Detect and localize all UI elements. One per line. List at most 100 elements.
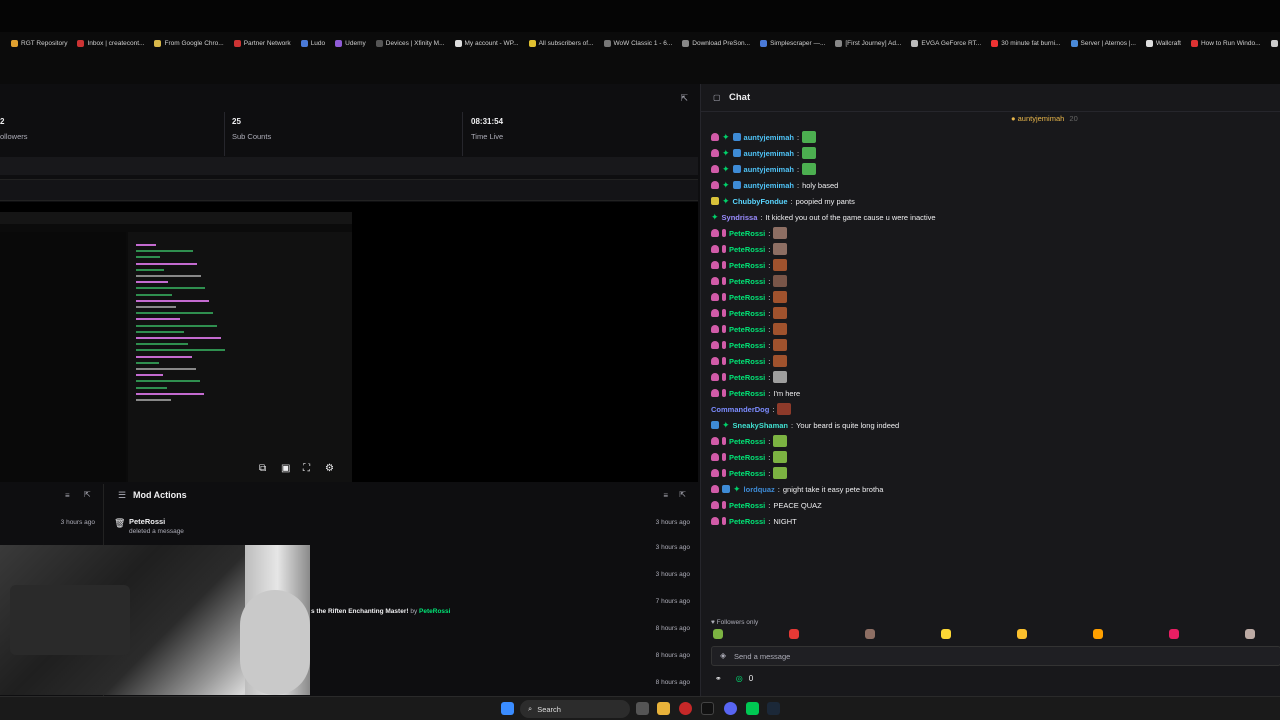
bookmark-item[interactable]: Devices | Xfinity M...: [371, 39, 450, 47]
bookmark-item[interactable]: My account - WP...: [450, 39, 524, 47]
chat-username[interactable]: PeteRossi: [729, 309, 765, 318]
chat-username[interactable]: auntyjemimah: [744, 181, 794, 190]
emote-icon[interactable]: [713, 629, 723, 639]
blue-badge-icon[interactable]: [722, 485, 730, 493]
bookmark-item[interactable]: Server | Aternos |...: [1066, 39, 1141, 47]
pink-badge-icon[interactable]: [711, 293, 719, 301]
emote-icon[interactable]: [773, 371, 788, 383]
opera-icon[interactable]: [679, 702, 692, 715]
chat-message[interactable]: PeteRossi:: [711, 226, 788, 240]
chat-message[interactable]: ✦ Syndrissa: It kicked you out of the game…: [711, 210, 936, 224]
chat-username[interactable]: lordquaz: [744, 485, 775, 494]
emote-icon[interactable]: [1017, 629, 1027, 639]
bookmark-item[interactable]: RGT Repository: [6, 39, 72, 47]
windows-start-icon[interactable]: [501, 702, 514, 715]
chat-message[interactable]: ✦ auntyjemimah:: [711, 146, 817, 160]
chat-username[interactable]: auntyjemimah: [744, 165, 794, 174]
chat-message[interactable]: PeteRossi: I'm here: [711, 386, 800, 400]
clip-icon[interactable]: ▣: [281, 463, 290, 474]
chat-input[interactable]: [734, 650, 1254, 663]
chat-message[interactable]: ✦ auntyjemimah:: [711, 162, 817, 176]
emote-icon[interactable]: [1169, 629, 1179, 639]
bookmark-item[interactable]: How to Run Windo...: [1186, 39, 1266, 47]
bookmark-item[interactable]: 30 minute fat burni...: [986, 39, 1065, 47]
bookmark-item[interactable]: Sega: [1266, 39, 1280, 47]
green-star-badge-icon[interactable]: ✦: [711, 213, 719, 222]
emote-icon[interactable]: [773, 275, 788, 287]
mic-badge-icon[interactable]: [722, 437, 726, 445]
chat-username[interactable]: PeteRossi: [729, 293, 765, 302]
mic-badge-icon[interactable]: [722, 261, 726, 269]
chat-message[interactable]: PeteRossi:: [711, 450, 788, 464]
chat-message[interactable]: CommanderDog:: [711, 402, 792, 416]
steam-icon[interactable]: [767, 702, 780, 715]
chat-username[interactable]: auntyjemimah: [744, 149, 794, 158]
mod-user[interactable]: PeteRossi: [129, 517, 165, 526]
green-star-badge-icon[interactable]: ✦: [733, 485, 741, 494]
pink-badge-icon[interactable]: [711, 277, 719, 285]
taskbar-search[interactable]: ⌕ Search: [520, 700, 630, 718]
chat-username[interactable]: PeteRossi: [729, 389, 765, 398]
emote-icon[interactable]: [777, 403, 792, 415]
chat-username[interactable]: PeteRossi: [729, 517, 765, 526]
pink-badge-icon[interactable]: [711, 181, 719, 189]
yellow-badge-icon[interactable]: [711, 197, 719, 205]
emote-icon[interactable]: [789, 629, 799, 639]
bookmark-item[interactable]: [First Journey] Ad...: [830, 39, 906, 47]
miniplayer-icon[interactable]: ⧉: [259, 463, 266, 474]
pink-badge-icon[interactable]: [711, 485, 719, 493]
emote-icon[interactable]: [773, 291, 788, 303]
fullscreen-icon[interactable]: ⛶: [303, 463, 310, 474]
chat-username[interactable]: PeteRossi: [729, 373, 765, 382]
emote-icon[interactable]: [773, 451, 788, 463]
emote-icon[interactable]: [773, 467, 788, 479]
obs-icon[interactable]: [746, 702, 759, 715]
pink-badge-icon[interactable]: [711, 517, 719, 525]
filter-icon[interactable]: ≡: [65, 491, 70, 500]
bookmark-item[interactable]: Udemy: [330, 39, 371, 47]
green-star-badge-icon[interactable]: ✦: [722, 197, 730, 206]
filter-icon[interactable]: ≡: [663, 491, 668, 500]
chat-message[interactable]: PeteRossi:: [711, 306, 788, 320]
chat-username[interactable]: PeteRossi: [729, 437, 765, 446]
mic-badge-icon[interactable]: [722, 517, 726, 525]
task-view-icon[interactable]: [636, 702, 649, 715]
emote-icon[interactable]: [773, 243, 788, 255]
popout-icon[interactable]: ⇱: [84, 490, 91, 499]
bookmark-item[interactable]: All subscribers of...: [524, 39, 599, 47]
green-star-badge-icon[interactable]: ✦: [722, 133, 730, 142]
chat-message[interactable]: ✦ auntyjemimah:: [711, 130, 817, 144]
chat-message[interactable]: PeteRossi:: [711, 354, 788, 368]
pink-badge-icon[interactable]: [711, 325, 719, 333]
chat-username[interactable]: PeteRossi: [729, 229, 765, 238]
pink-badge-icon[interactable]: [711, 149, 719, 157]
bookmark-item[interactable]: Ludo: [296, 39, 330, 47]
pink-badge-icon[interactable]: [711, 133, 719, 141]
bits-icon[interactable]: ⚭: [715, 674, 722, 683]
emote-icon[interactable]: [865, 629, 875, 639]
stream-preview[interactable]: [0, 212, 352, 482]
mic-badge-icon[interactable]: [722, 293, 726, 301]
green-star-badge-icon[interactable]: ✦: [722, 165, 730, 174]
chat-username[interactable]: PeteRossi: [729, 453, 765, 462]
chat-message[interactable]: PeteRossi:: [711, 338, 788, 352]
emote-icon[interactable]: [773, 355, 788, 367]
chat-message[interactable]: PeteRossi:: [711, 274, 788, 288]
pink-badge-icon[interactable]: [711, 373, 719, 381]
bookmark-item[interactable]: Inbox | createcont...: [72, 39, 149, 47]
emote-icon[interactable]: [773, 307, 788, 319]
bookmark-item[interactable]: Wallcraft: [1141, 39, 1186, 47]
bookmark-item[interactable]: Simplescraper —...: [755, 39, 830, 47]
emote-icon[interactable]: [773, 435, 788, 447]
chat-message[interactable]: ✦ ChubbyFondue: poopied my pants: [711, 194, 855, 208]
blue-badge-icon[interactable]: [732, 181, 741, 189]
emote-icon[interactable]: [773, 339, 788, 351]
chat-message[interactable]: ✦ SneakyShaman: Your beard is quite long i…: [711, 418, 899, 432]
chat-input-box[interactable]: ◈: [711, 646, 1280, 666]
pink-badge-icon[interactable]: [711, 357, 719, 365]
chat-username[interactable]: PeteRossi: [729, 469, 765, 478]
mod-user[interactable]: PeteRossi: [419, 608, 450, 615]
emote-icon[interactable]: [773, 323, 788, 335]
chat-message[interactable]: PeteRossi:: [711, 466, 788, 480]
blue-badge-icon[interactable]: [732, 149, 741, 157]
